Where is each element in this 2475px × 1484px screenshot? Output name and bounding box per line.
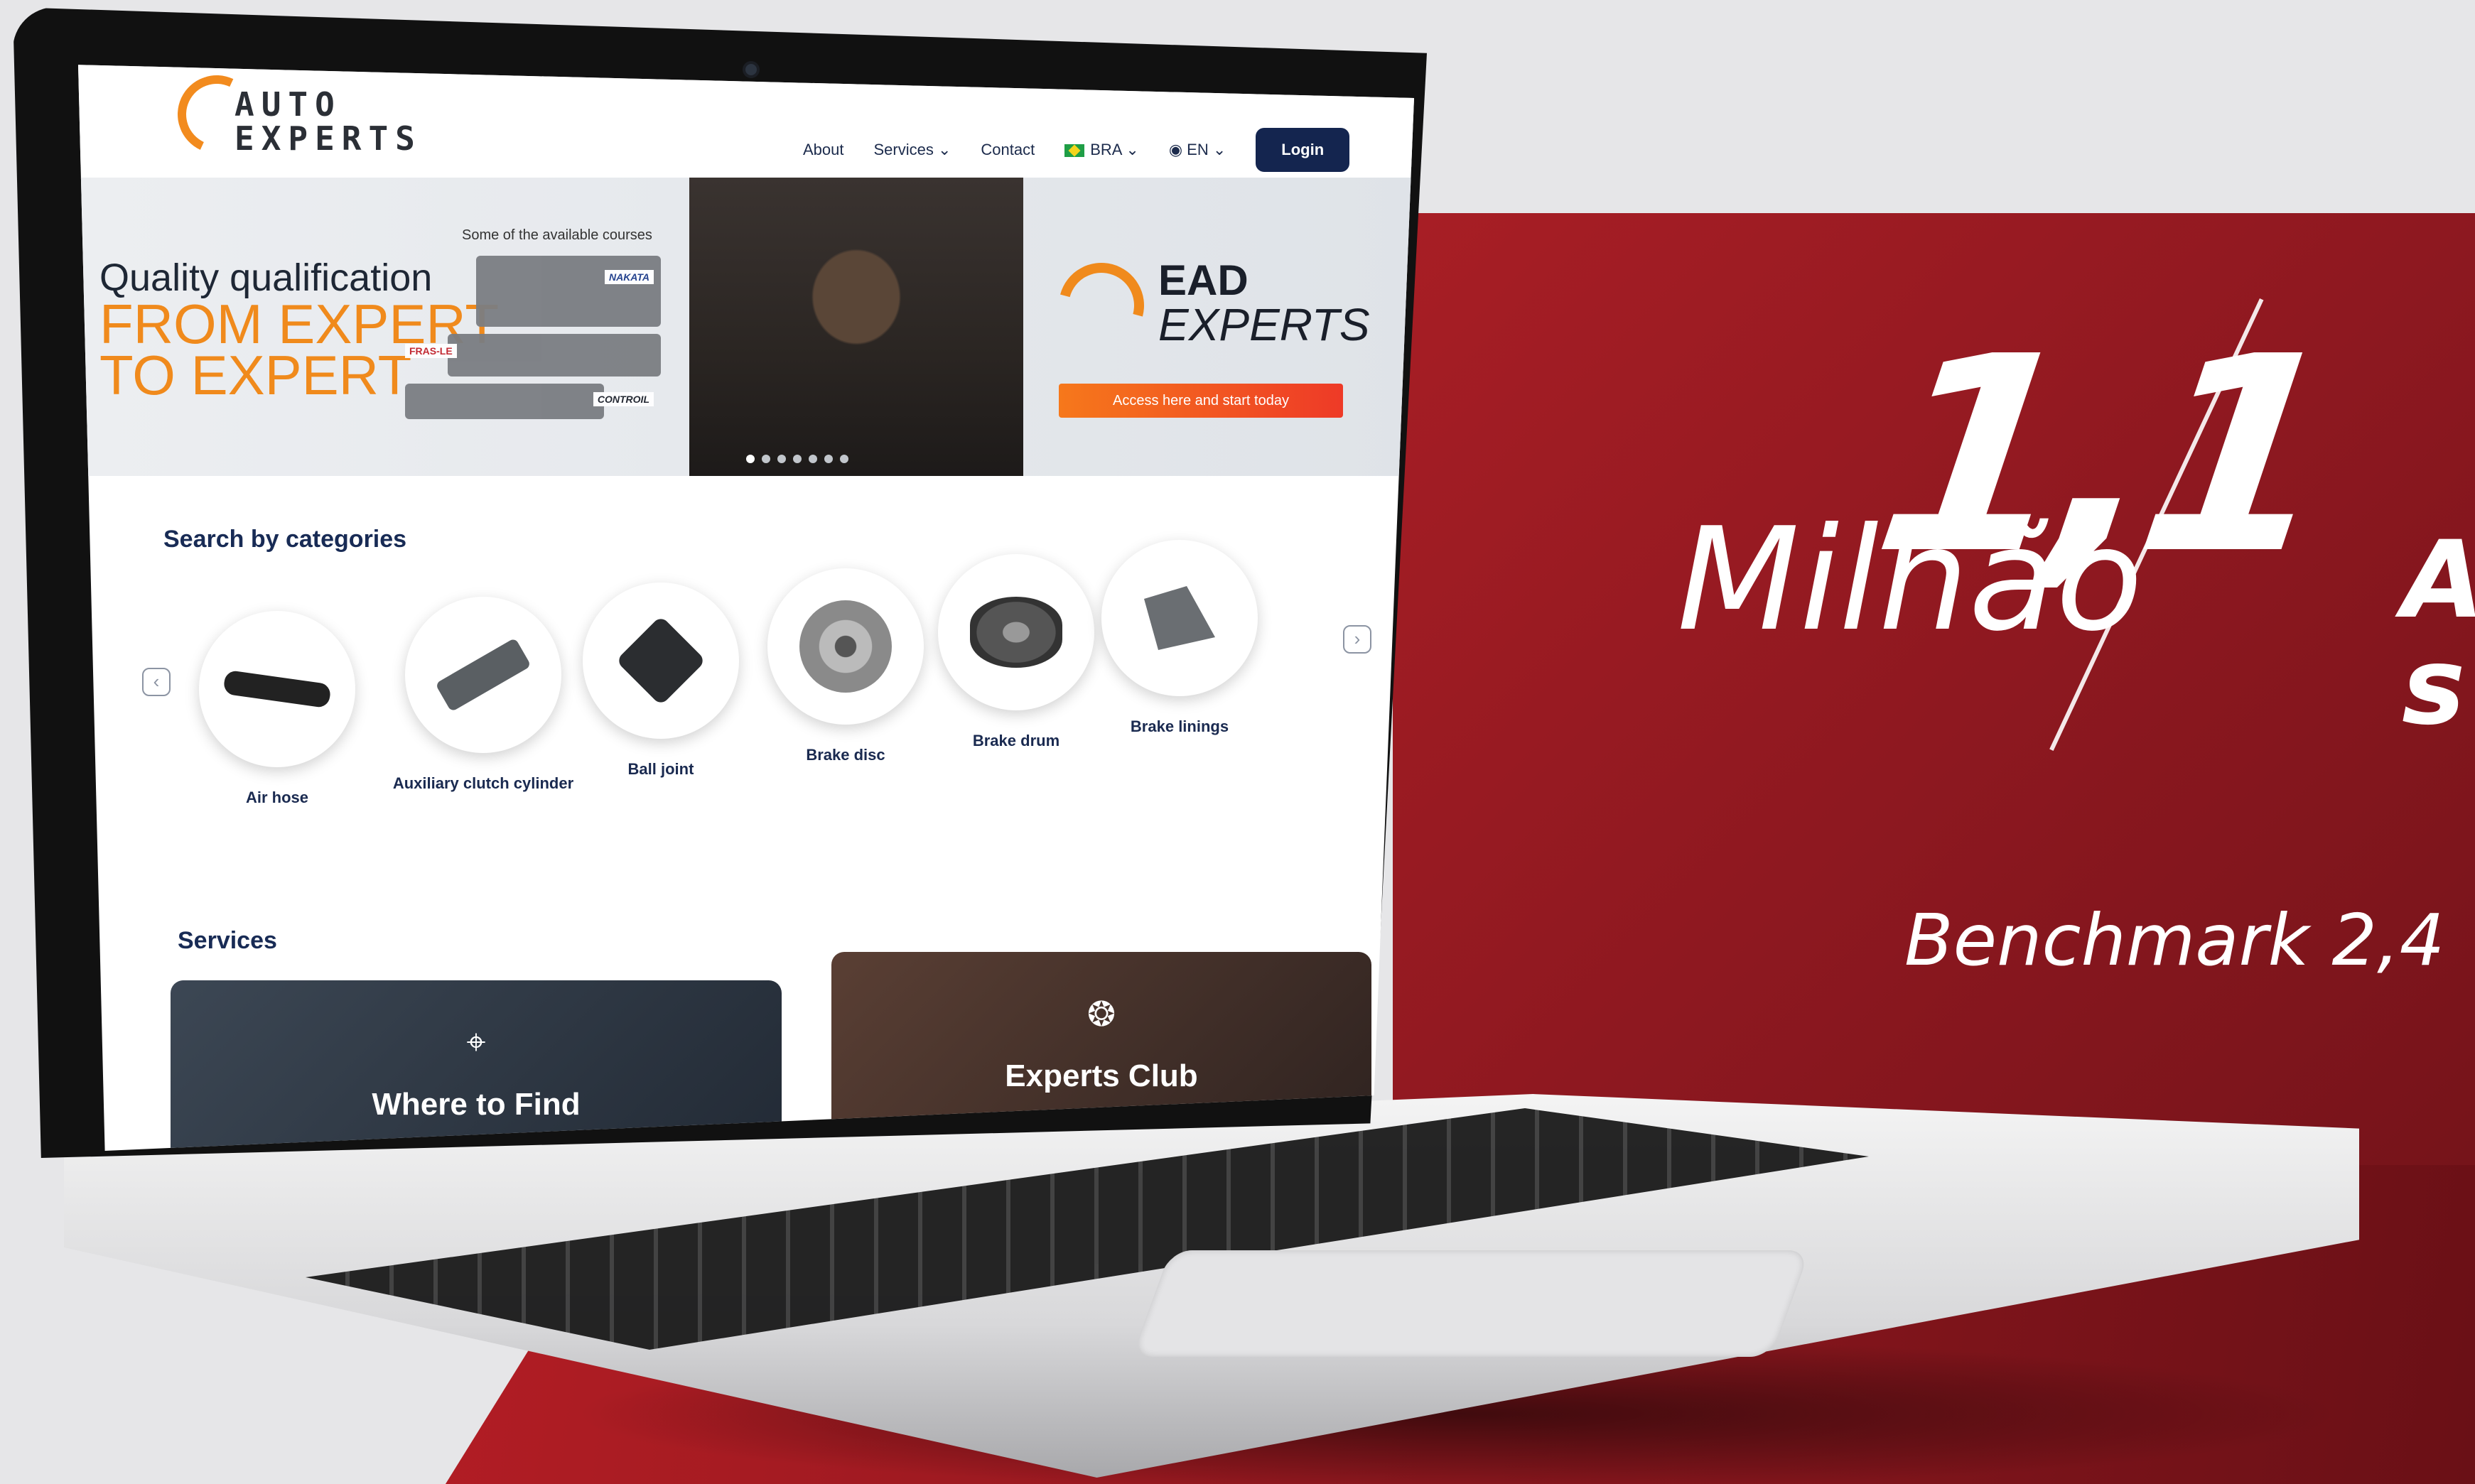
category-label: Brake disc <box>806 746 885 764</box>
ead-cta-button[interactable]: Access here and start today <box>1059 384 1343 418</box>
chevron-down-icon: ⌄ <box>937 141 951 158</box>
clutch-cylinder-icon <box>435 637 532 713</box>
services-title: Services <box>178 927 277 954</box>
category-image <box>767 568 924 725</box>
category-image <box>405 597 561 753</box>
promo-fragment-1: A <box>2402 519 2475 642</box>
site-logo[interactable]: AUTO EXPERTS <box>166 65 462 165</box>
service-card-where-to-find[interactable]: ⌖ Where to Find <box>171 980 782 1151</box>
hero-mechanic-photo <box>689 178 1023 476</box>
carousel-dot[interactable] <box>824 455 833 463</box>
main-nav: About Services ⌄ Contact BRA ⌄ ◉ EN ⌄ Lo… <box>803 128 1350 172</box>
graduation-signal-icon <box>1043 247 1160 364</box>
logo-text-1: AUTO <box>234 85 342 124</box>
language-selector[interactable]: ◉ EN ⌄ <box>1169 141 1226 159</box>
brake-drum-icon <box>970 597 1062 668</box>
carousel-dot[interactable] <box>840 455 848 463</box>
category-label: Auxiliary clutch cylinder <box>392 774 574 792</box>
category-image <box>199 611 355 767</box>
ead-title-2: EXPERTS <box>1158 299 1370 350</box>
carousel-dots[interactable] <box>689 455 848 463</box>
ball-joint-icon <box>615 615 706 706</box>
category-brake-drum[interactable]: Brake drum <box>938 554 1094 750</box>
category-ball-joint[interactable]: Ball joint <box>583 583 739 779</box>
course-card-1: NAKATA <box>476 256 661 327</box>
category-brake-linings[interactable]: Brake linings <box>1101 540 1258 736</box>
carousel-dot[interactable] <box>809 455 817 463</box>
category-label: Ball joint <box>627 760 694 778</box>
service-name: Experts Club <box>1005 1058 1198 1093</box>
login-button[interactable]: Login <box>1256 128 1350 172</box>
brake-linings-icon <box>1144 586 1215 650</box>
category-brake-disc[interactable]: Brake disc <box>767 568 924 764</box>
categories-carousel: Air hose Auxiliary clutch cylinder Ball … <box>156 540 1329 852</box>
category-label: Brake drum <box>972 732 1060 749</box>
laptop-trackpad <box>1131 1250 1811 1357</box>
courses-caption: Some of the available courses <box>462 227 652 243</box>
category-image <box>583 583 739 739</box>
chevron-down-icon: ⌄ <box>1212 141 1226 158</box>
logo-text-2: EXPERTS <box>234 119 422 158</box>
carousel-dot[interactable] <box>777 455 786 463</box>
category-air-hose[interactable]: Air hose <box>199 611 355 807</box>
webcam-icon <box>743 61 760 78</box>
laptop-screen: AUTO EXPERTS About Services ⌄ Contact BR… <box>78 65 1414 1151</box>
nav-contact[interactable]: Contact <box>981 141 1035 159</box>
category-image <box>938 554 1094 710</box>
globe-icon: ◉ <box>1168 141 1183 158</box>
carousel-dot[interactable] <box>746 455 755 463</box>
category-auxiliary-clutch-cylinder[interactable]: Auxiliary clutch cylinder <box>391 597 576 793</box>
hero-banner[interactable]: Quality qualification FROM EXPERT TO EXP… <box>78 178 1414 476</box>
carousel-dot[interactable] <box>793 455 802 463</box>
chevron-right-icon[interactable]: › <box>1343 625 1371 654</box>
nav-about[interactable]: About <box>803 141 844 159</box>
course-card-3: CONTROIL <box>405 384 654 419</box>
chevron-down-icon: ⌄ <box>1126 141 1139 158</box>
course-card-2: FRAS-LE <box>405 334 661 377</box>
nav-services[interactable]: Services ⌄ <box>874 141 951 159</box>
category-image <box>1101 540 1258 696</box>
promo-benchmark: Benchmark 2,4 <box>1904 899 2445 982</box>
promo-unit: Milhão <box>1677 497 2143 663</box>
brazil-flag-icon <box>1064 144 1085 158</box>
brake-disc-icon <box>799 600 892 693</box>
category-label: Air hose <box>245 789 309 806</box>
category-label: Brake linings <box>1130 717 1229 735</box>
club-icon: ❂ <box>1086 996 1116 1034</box>
air-hose-icon <box>222 669 332 709</box>
categories-title: Search by categories <box>163 526 407 553</box>
location-pin-icon: ⌖ <box>466 1024 486 1061</box>
country-selector[interactable]: BRA ⌄ <box>1064 141 1139 159</box>
promo-fragment-2: s <box>2402 625 2466 749</box>
ead-title-1: EAD <box>1158 256 1249 304</box>
carousel-dot[interactable] <box>762 455 770 463</box>
service-name: Where to Find <box>372 1087 581 1122</box>
